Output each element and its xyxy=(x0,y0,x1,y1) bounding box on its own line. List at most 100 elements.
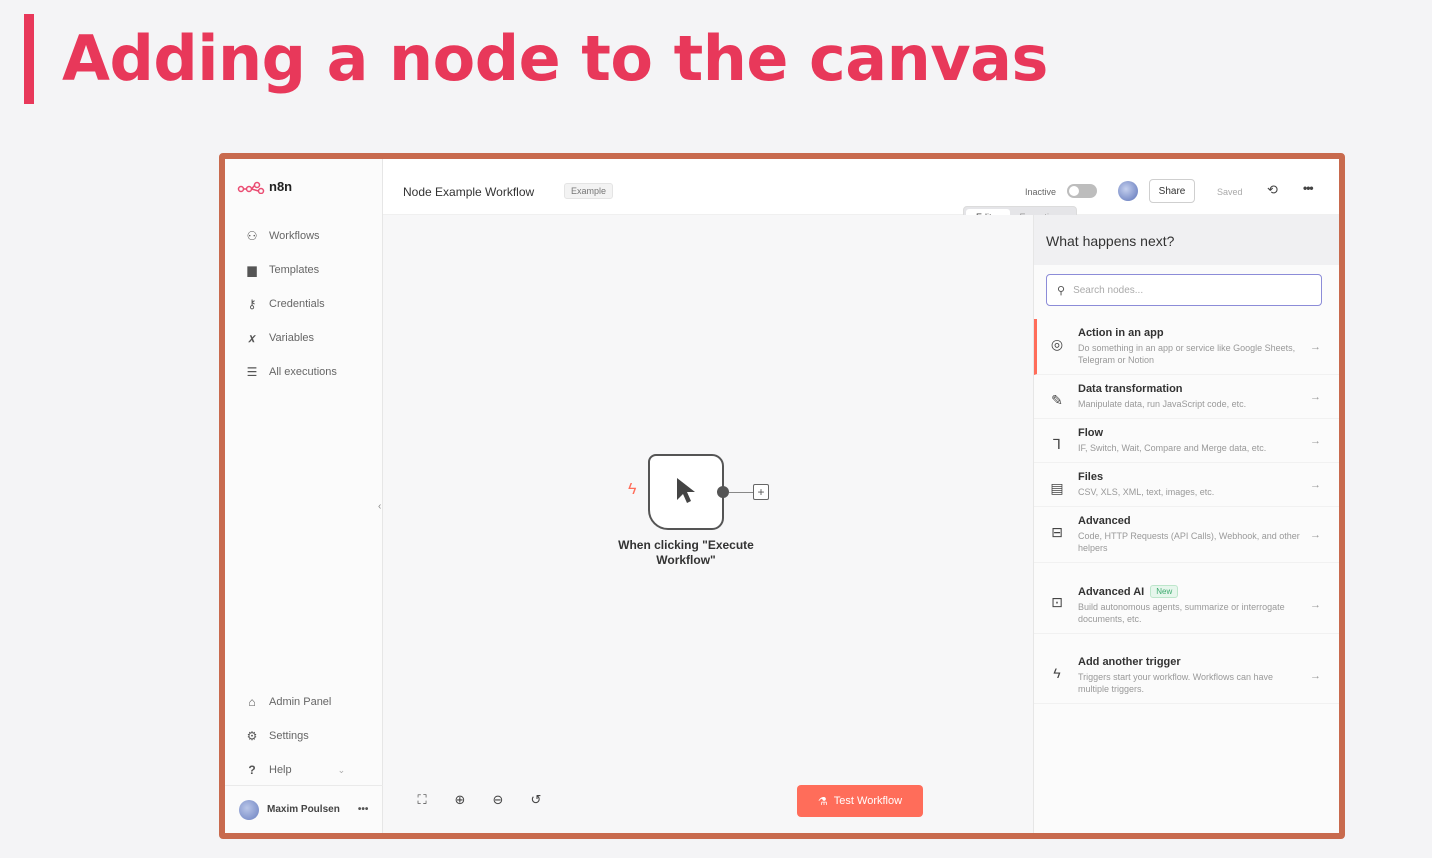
home-icon: ⌂ xyxy=(248,695,256,709)
category-description: IF, Switch, Wait, Compare and Merge data… xyxy=(1078,443,1267,453)
branch-icon: ⅂ xyxy=(1053,436,1061,452)
search-input[interactable] xyxy=(1073,284,1294,296)
n8n-logo-icon xyxy=(237,181,265,194)
category-description: CSV, XLS, XML, text, images, etc. xyxy=(1078,487,1215,497)
history-icon[interactable]: ⟲ xyxy=(1267,182,1278,198)
slide-title: Adding a node to the canvas xyxy=(62,22,1048,95)
add-node-plus-icon[interactable]: + xyxy=(753,484,769,500)
zoom-out-icon[interactable]: ⊖ xyxy=(481,785,515,815)
search-icon: ⚲ xyxy=(1057,284,1066,297)
robot-icon: ⊡ xyxy=(1051,594,1063,610)
sidebar-nav: ⚇ Workflows ▆ Templates ⚷ Credentials 𝑥 … xyxy=(245,219,337,389)
trigger-bolt-icon: ϟ xyxy=(628,481,637,498)
list-icon: ☰ xyxy=(246,365,258,379)
sidebar-item-label: Settings xyxy=(269,730,309,742)
trigger-node[interactable] xyxy=(648,454,724,530)
n8n-logo[interactable]: n8n xyxy=(237,179,292,194)
variables-icon: 𝑥 xyxy=(248,330,256,345)
templates-icon: ▆ xyxy=(247,263,257,277)
zoom-in-icon[interactable]: ⊕ xyxy=(443,785,477,815)
sidebar-item-workflows[interactable]: ⚇ Workflows xyxy=(245,219,337,253)
arrow-right-icon: → xyxy=(1310,528,1321,541)
header: Node Example Workflow Example Inactive S… xyxy=(383,159,1339,228)
category-files[interactable]: ▤ Files CSV, XLS, XML, text, images, etc… xyxy=(1034,463,1339,507)
fit-view-icon[interactable]: ⛶ xyxy=(405,785,439,815)
avatar xyxy=(1118,181,1138,201)
question-icon: ? xyxy=(248,763,256,777)
reset-zoom-icon[interactable]: ↺ xyxy=(519,785,553,815)
user-menu-dots-icon[interactable]: ••• xyxy=(358,804,369,815)
arrow-right-icon: → xyxy=(1310,669,1321,682)
category-description: Code, HTTP Requests (API Calls), Webhook… xyxy=(1078,531,1300,553)
key-icon: ⚷ xyxy=(247,297,257,311)
category-flow[interactable]: ⅂ Flow IF, Switch, Wait, Compare and Mer… xyxy=(1034,419,1339,463)
category-description: Do something in an app or service like G… xyxy=(1078,343,1296,365)
category-title: Action in an app xyxy=(1078,327,1164,339)
slide-accent-bar xyxy=(24,14,34,104)
category-advanced[interactable]: ⊟ Advanced Code, HTTP Requests (API Call… xyxy=(1034,507,1339,563)
arrow-right-icon: → xyxy=(1310,434,1321,447)
sidebar-item-admin-panel[interactable]: ⌂ Admin Panel xyxy=(245,685,345,719)
test-workflow-button[interactable]: ⚗ Test Workflow xyxy=(797,785,923,817)
sidebar-item-templates[interactable]: ▆ Templates xyxy=(245,253,337,287)
activate-toggle[interactable] xyxy=(1067,184,1097,198)
sidebar-bottom-nav: ⌂ Admin Panel ⚙ Settings ? Help ⌄ xyxy=(245,685,346,787)
sidebar-item-variables[interactable]: 𝑥 Variables xyxy=(245,321,337,355)
active-state-label: Inactive xyxy=(1025,187,1057,197)
sidebar-item-label: Variables xyxy=(269,332,315,344)
collapse-sidebar-icon[interactable]: ‹ xyxy=(378,501,381,512)
sidebar-item-label: Workflows xyxy=(269,230,320,242)
category-title-text: Advanced AI xyxy=(1078,585,1145,598)
panel-header: What happens next? xyxy=(1034,215,1339,265)
category-title: Advanced xyxy=(1078,515,1131,527)
category-list: ◎ Action in an app Do something in an ap… xyxy=(1034,319,1339,704)
arrow-right-icon: → xyxy=(1310,340,1321,353)
more-options-icon[interactable]: ••• xyxy=(1303,181,1314,195)
arrow-right-icon: → xyxy=(1310,599,1321,611)
sidebar-item-credentials[interactable]: ⚷ Credentials xyxy=(245,287,337,321)
sidebar-item-all-executions[interactable]: ☰ All executions xyxy=(245,355,337,389)
canvas-controls: ⛶ ⊕ ⊖ ↺ xyxy=(405,785,553,815)
category-spacer xyxy=(1034,563,1339,577)
workflow-tag[interactable]: Example xyxy=(564,183,614,199)
node-creator-panel: What happens next? ⚲ ◎ Action in an app … xyxy=(1033,215,1339,833)
test-workflow-label: Test Workflow xyxy=(833,795,903,807)
sidebar: n8n ⚇ Workflows ▆ Templates ⚷ Credential… xyxy=(225,159,383,833)
cursor-icon xyxy=(677,478,695,503)
search-box[interactable]: ⚲ xyxy=(1046,274,1322,306)
node-connector-line xyxy=(729,492,753,493)
category-action-in-app[interactable]: ◎ Action in an app Do something in an ap… xyxy=(1034,319,1339,375)
user-menu[interactable]: Maxim Poulsen ••• xyxy=(225,785,383,833)
category-data-transformation[interactable]: ✎ Data transformation Manipulate data, r… xyxy=(1034,375,1339,419)
category-description: Build autonomous agents, summarize or in… xyxy=(1078,602,1285,624)
flask-icon: ⚗ xyxy=(817,795,828,808)
category-title: Advanced AI New xyxy=(1078,585,1300,598)
category-spacer xyxy=(1034,634,1339,648)
file-icon: ▤ xyxy=(1050,480,1064,496)
category-description: Triggers start your workflow. Workflows … xyxy=(1078,672,1274,694)
chevron-down-icon: ⌄ xyxy=(337,764,346,775)
globe-icon: ◎ xyxy=(1050,336,1064,352)
sidebar-item-label: Templates xyxy=(269,264,320,276)
user-name: Maxim Poulsen xyxy=(267,804,340,815)
sidebar-item-help[interactable]: ? Help ⌄ xyxy=(245,753,345,787)
category-advanced-ai[interactable]: ⊡ Advanced AI New Build autonomous agent… xyxy=(1034,577,1339,634)
category-title: Flow xyxy=(1078,427,1104,439)
workflow-canvas[interactable]: ϟ + When clicking "Execute Workflow" ⛶ ⊕… xyxy=(383,215,1043,833)
saved-status: Saved xyxy=(1217,187,1243,197)
sidebar-item-label: All executions xyxy=(269,366,337,378)
category-title: Files xyxy=(1078,471,1104,483)
category-title: Data transformation xyxy=(1078,383,1183,395)
pencil-icon: ✎ xyxy=(1051,392,1063,408)
share-button[interactable]: Share xyxy=(1149,179,1195,203)
node-output-handle[interactable] xyxy=(717,486,729,498)
node-label: When clicking "Execute Workflow" xyxy=(618,538,754,567)
toolbox-icon: ⊟ xyxy=(1051,524,1063,540)
category-add-trigger[interactable]: ϟ Add another trigger Triggers start you… xyxy=(1034,648,1339,704)
arrow-right-icon: → xyxy=(1310,390,1321,403)
sidebar-item-label: Help xyxy=(269,764,292,776)
sidebar-item-settings[interactable]: ⚙ Settings xyxy=(245,719,345,753)
category-title: Add another trigger xyxy=(1078,656,1181,668)
workflow-name[interactable]: Node Example Workflow xyxy=(403,185,534,199)
sidebar-item-label: Credentials xyxy=(269,298,325,310)
